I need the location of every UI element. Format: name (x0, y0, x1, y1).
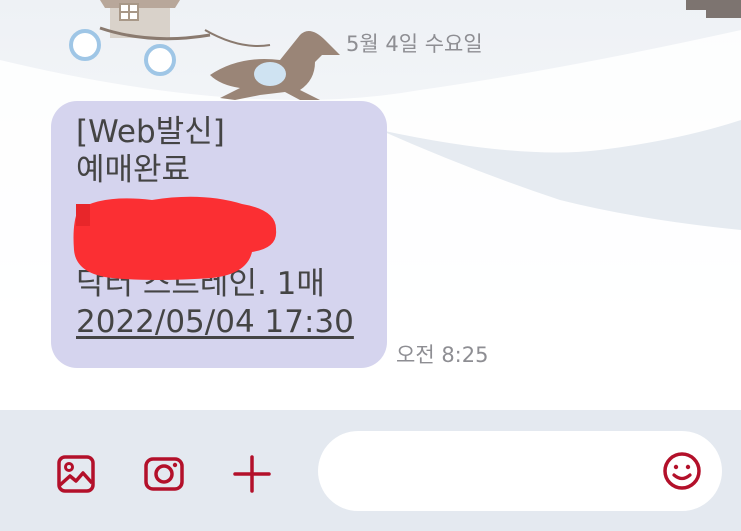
message-datetime-link[interactable]: 2022/05/04 17:30 (76, 303, 387, 341)
composer-bar (0, 410, 741, 531)
plus-icon (233, 455, 271, 493)
emoji-button[interactable] (660, 449, 704, 493)
date-separator: 5월 4일 수요일 (346, 32, 483, 56)
emoji-icon (663, 452, 701, 490)
add-attachment-button[interactable] (228, 450, 276, 498)
redaction-scribble (73, 196, 277, 280)
message-input[interactable] (318, 431, 722, 511)
message-line-sender-tag: [Web발신] (76, 114, 225, 150)
camera-button[interactable] (140, 450, 188, 498)
gallery-icon (57, 455, 95, 493)
message-line-status: 예매완료 (76, 152, 191, 188)
gallery-button[interactable] (52, 450, 100, 498)
message-timestamp: 오전 8:25 (396, 343, 489, 367)
camera-icon (144, 457, 184, 491)
